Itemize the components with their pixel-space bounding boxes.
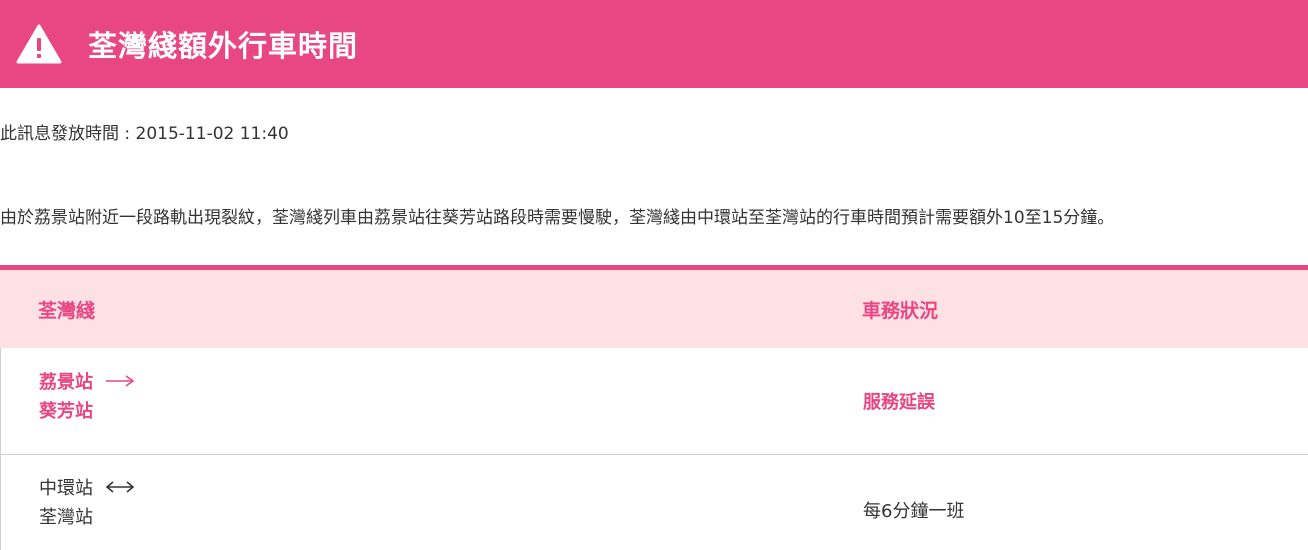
status-text: 服務延誤 <box>863 392 935 413</box>
publish-time: 此訊息發放時間 : 2015-11-02 11:40 <box>0 124 289 144</box>
station-pair: 中環站 荃灣站 <box>39 474 135 532</box>
table-header: 荃灣綫 車務狀況 <box>0 270 1308 348</box>
alert-banner: 荃灣綫額外行車時間 <box>0 0 1308 88</box>
notice-text: 由於荔景站附近一段路軌出現裂紋，荃灣綫列車由荔景站往葵芳站路段時需要慢駛，荃灣綫… <box>0 208 1115 228</box>
station-pair: 荔景站 葵芳站 <box>39 368 135 426</box>
header-line: 荃灣綫 <box>38 299 96 322</box>
page-title: 荃灣綫額外行車時間 <box>88 29 359 63</box>
from-station: 荔景站 <box>39 372 93 393</box>
bidirectional-arrow-icon <box>105 481 134 493</box>
right-arrow-icon <box>106 375 135 387</box>
status-text: 每6分鐘一班 <box>863 501 965 522</box>
to-station: 荃灣站 <box>39 507 93 528</box>
table-row: 中環站 荃灣站 每6分鐘一班 <box>0 455 1308 550</box>
warning-icon <box>16 24 62 64</box>
from-station: 中環站 <box>39 478 93 499</box>
table-row: 荔景站 葵芳站 服務延誤 <box>0 348 1308 455</box>
service-status-table: 荃灣綫 車務狀況 荔景站 葵芳站 服務延誤 中環站 荃灣站 每6分鐘一班 <box>0 265 1308 550</box>
to-station: 葵芳站 <box>39 401 93 422</box>
header-status: 車務狀況 <box>862 299 939 322</box>
